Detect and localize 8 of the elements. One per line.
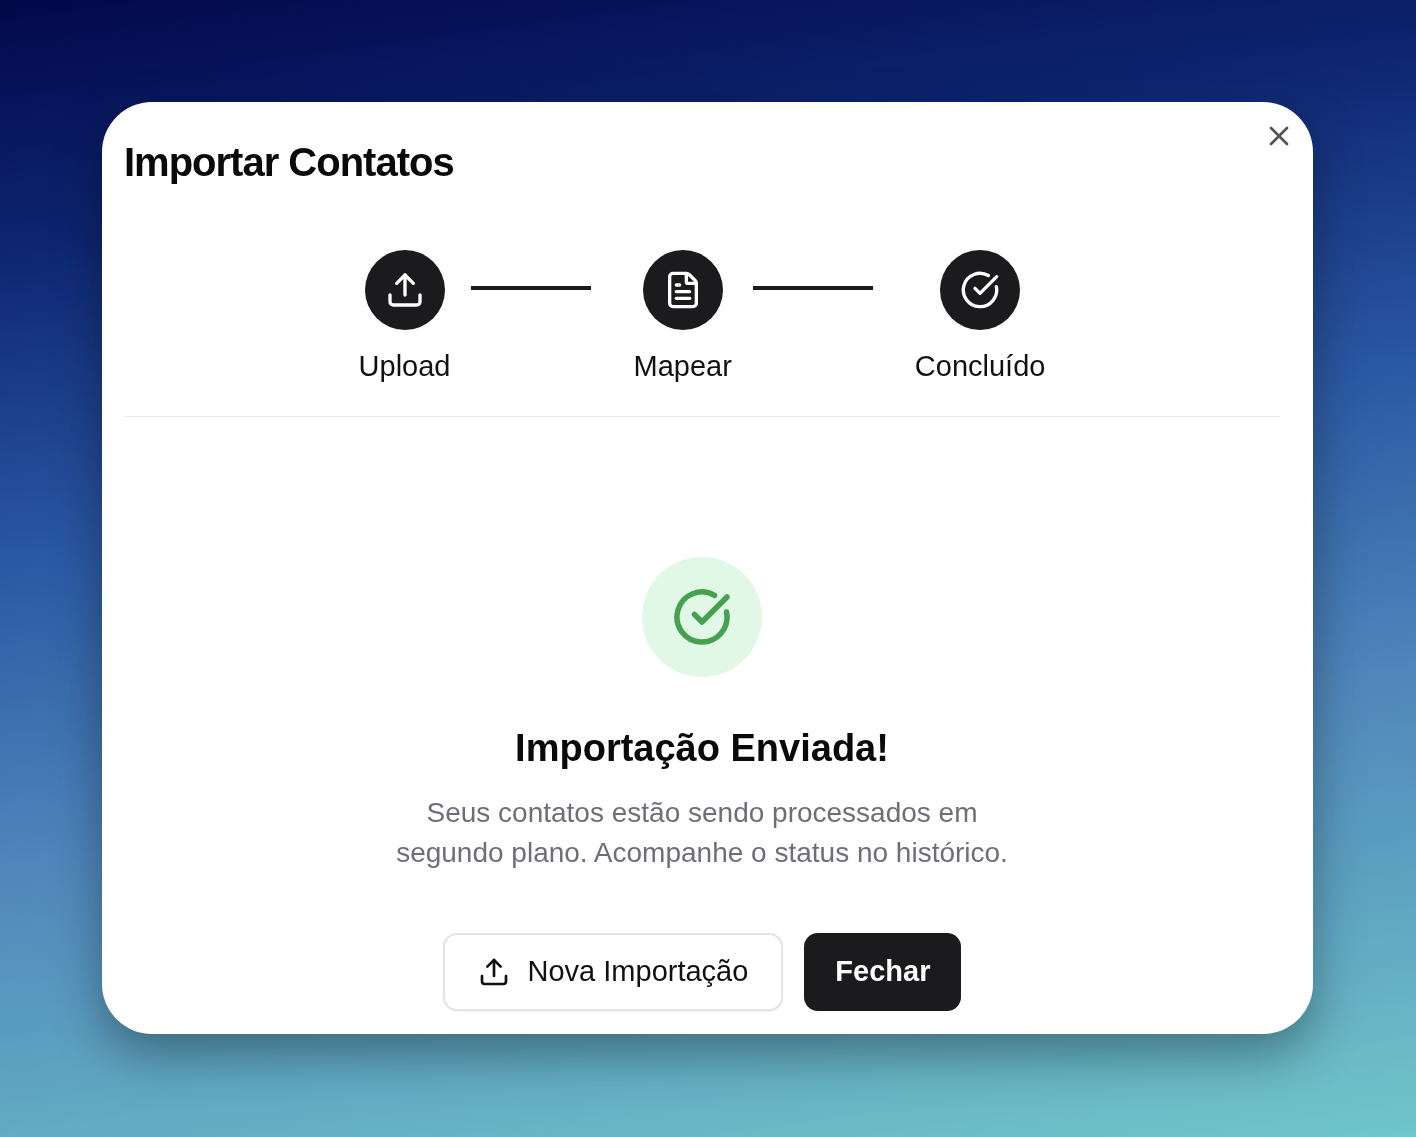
new-import-button[interactable]: Nova Importação — [442, 933, 784, 1011]
close-dialog-button[interactable]: Fechar — [804, 933, 962, 1011]
dialog-title: Importar Contatos — [124, 139, 454, 186]
step-label: Concluído — [914, 349, 1046, 384]
success-heading: Importação Enviada! — [515, 726, 889, 771]
step-label: Upload — [358, 349, 451, 384]
success-message: Seus contatos estão sendo processados em segundo plano. Acompanhe o status no histórico. — [395, 796, 1009, 870]
step-label: Mapear — [633, 349, 732, 384]
